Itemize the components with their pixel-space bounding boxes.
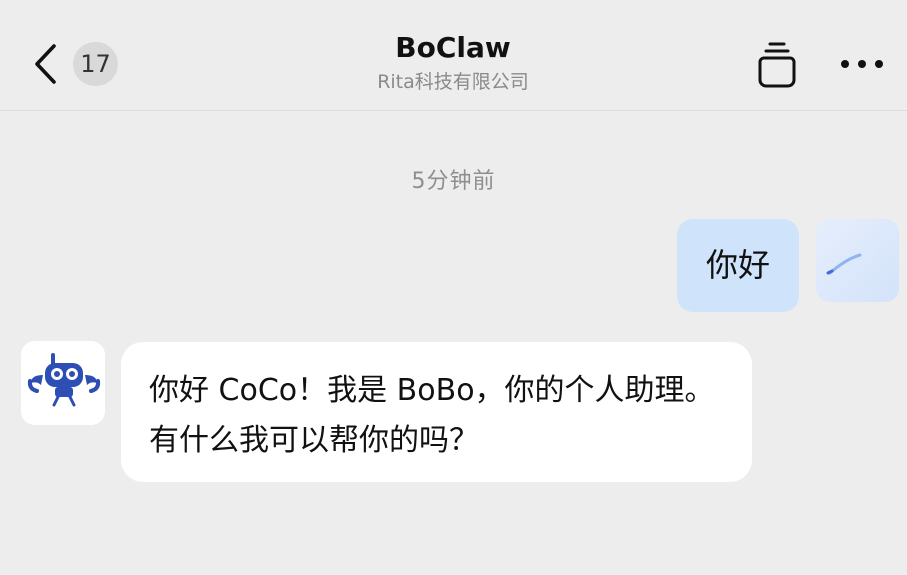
chat-subtitle: Rita科技有限公司 (377, 71, 529, 93)
message-timestamp: 5分钟前 (411, 169, 496, 194)
chat-screen: 17 BoClaw Rita科技有限公司 5分钟前 你好 你好 CoCo！我是 … (0, 0, 907, 575)
incoming-message-bubble[interactable]: 你好 CoCo！我是 BoBo，你的个人助理。有什么我可以帮你的吗？ (121, 342, 752, 482)
user-avatar-image (816, 219, 899, 302)
unread-count-badge[interactable]: 17 (73, 42, 118, 86)
chat-title: BoClaw (395, 31, 511, 64)
back-button[interactable] (28, 40, 64, 88)
chevron-left-icon (35, 44, 56, 84)
bobo-logo-icon (21, 341, 105, 425)
clipboard-icon (758, 42, 796, 88)
chat-header: 17 BoClaw Rita科技有限公司 (0, 0, 907, 111)
outgoing-message-bubble[interactable]: 你好 (677, 219, 799, 312)
title-block: BoClaw Rita科技有限公司 (303, 28, 603, 96)
clipboard-button[interactable] (755, 38, 799, 90)
bot-avatar[interactable] (21, 341, 105, 425)
more-horizontal-icon (841, 60, 883, 68)
user-avatar[interactable] (816, 219, 899, 302)
incoming-message-text: 你好 CoCo！我是 BoBo，你的个人助理。有什么我可以帮你的吗？ (149, 373, 715, 458)
more-options-button[interactable] (838, 46, 886, 82)
